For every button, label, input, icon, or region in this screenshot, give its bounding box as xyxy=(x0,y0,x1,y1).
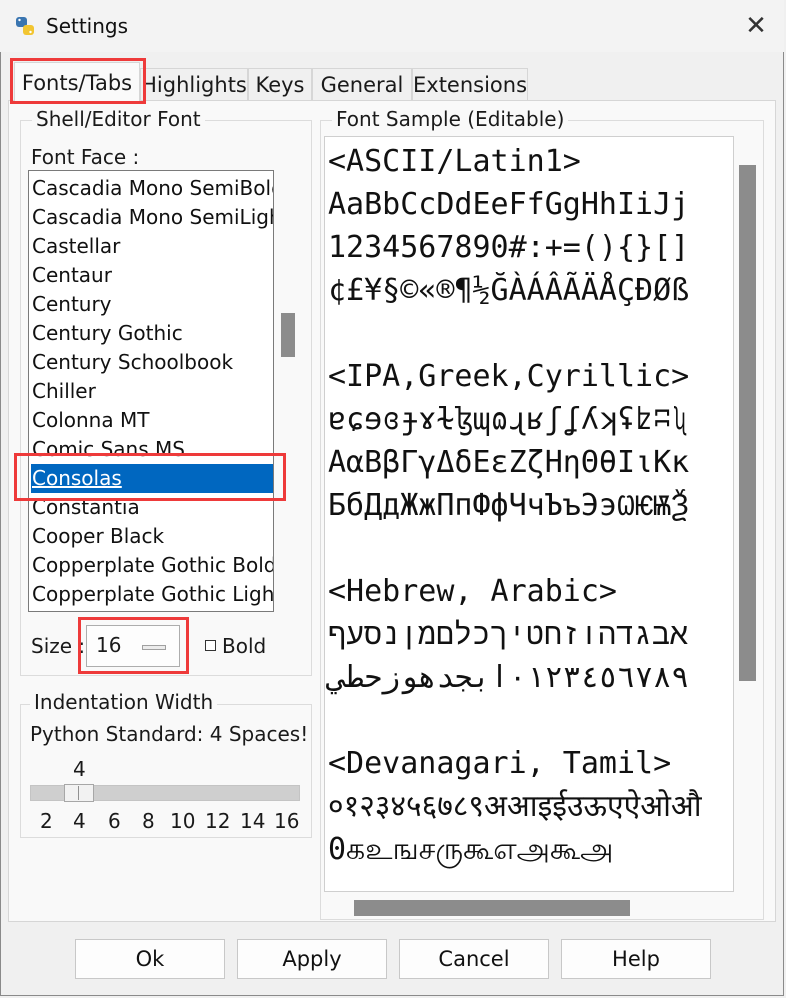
sample-line: БбДдЖжПпФфЧчЪъЭэѠѤѬѮ xyxy=(328,488,689,523)
tab-keys[interactable]: Keys xyxy=(248,68,312,100)
sample-line: 0கஉஙசருகூஎஅகூஅ xyxy=(328,832,614,867)
list-item[interactable]: Castellar xyxy=(32,232,120,261)
list-item[interactable]: Century Schoolbook xyxy=(32,348,233,377)
list-item[interactable]: Chiller xyxy=(32,377,96,406)
tab-general[interactable]: General xyxy=(312,68,412,100)
sample-line: אבגדהוזחטיךכלםמןנסעף xyxy=(328,617,689,652)
list-item[interactable]: Centaur xyxy=(32,261,112,290)
python-app-icon xyxy=(16,17,34,35)
sample-group-legend: Font Sample (Editable) xyxy=(332,107,569,131)
sample-line: <Devanagari, Tamil> xyxy=(328,746,672,781)
sample-vertical-scrollbar[interactable] xyxy=(739,165,756,681)
tab-highlights[interactable]: Highlights xyxy=(140,68,248,100)
slider-tick-label: 14 xyxy=(240,809,266,833)
slider-tick-label: 2 xyxy=(40,809,53,833)
list-item[interactable]: Cooper Black xyxy=(32,522,164,551)
sample-line: <ASCII/Latin1> xyxy=(328,144,581,179)
slider-tick-label: 8 xyxy=(142,809,155,833)
list-item[interactable]: Copperplate Gothic Light xyxy=(32,580,273,609)
bold-checkbox[interactable] xyxy=(205,640,216,651)
slider-tick-label: 12 xyxy=(205,809,231,833)
sample-line: <IPA,Greek,Cyrillic> xyxy=(328,359,690,394)
font-group-legend: Shell/Editor Font xyxy=(32,107,205,131)
sample-line: ०१२३४५६७८९अआइईउऊएऐओऔ xyxy=(328,789,702,824)
ok-button[interactable]: Ok xyxy=(75,939,225,979)
font-sample-text[interactable]: <ASCII/Latin1> AaBbCcDdEeFfGgHhIiJj 1234… xyxy=(324,136,734,892)
list-item[interactable]: Cascadia Mono SemiLight xyxy=(32,203,273,232)
font-face-list[interactable]: Cascadia Mono SemiBold Cascadia Mono Sem… xyxy=(28,170,274,612)
font-face-label: Font Face : xyxy=(31,145,140,169)
sample-line: <Hebrew, Arabic> xyxy=(328,574,617,609)
highlight-box-tab xyxy=(10,58,146,104)
close-icon[interactable]: ✕ xyxy=(734,6,778,46)
slider-tick-label: 16 xyxy=(274,809,300,833)
indent-group-legend: Indentation Width xyxy=(30,690,218,714)
list-item[interactable]: Century xyxy=(32,290,112,319)
sample-line: AaBbCcDdEeFfGgHhIiJj xyxy=(328,187,690,222)
slider-tick-label: 10 xyxy=(170,809,196,833)
tab-extensions[interactable]: Extensions xyxy=(412,68,528,100)
sample-line: ɐɕɘɞɟɤɫɮɰɷɻʁʃʆʎʞʢʫʭʯ xyxy=(328,402,690,437)
slider-tick-label: 6 xyxy=(108,809,121,833)
cancel-button[interactable]: Cancel xyxy=(399,939,549,979)
sample-line: ΑαΒβΓγΔδΕεΖζΗηΘθΙιΚκ xyxy=(328,445,690,480)
sample-line: 1234567890#:+=(){}[] xyxy=(328,230,690,265)
apply-button[interactable]: Apply xyxy=(237,939,387,979)
window-title: Settings xyxy=(46,14,129,38)
list-item[interactable]: Century Gothic xyxy=(32,319,183,348)
highlight-box-size xyxy=(78,617,189,674)
sample-horizontal-scrollbar[interactable] xyxy=(354,900,630,916)
indent-note: Python Standard: 4 Spaces! xyxy=(30,722,309,746)
slider-tick-label: 4 xyxy=(73,809,86,833)
sample-line: ¢£¥§©«®¶½ĞÀÁÂÃÄÅÇÐØß xyxy=(328,273,690,308)
font-list-scrollbar[interactable] xyxy=(281,313,295,357)
list-item[interactable]: Cascadia Mono SemiBold xyxy=(32,174,273,203)
indent-slider-thumb[interactable] xyxy=(64,784,94,802)
bold-label: Bold xyxy=(222,634,267,658)
list-item[interactable]: Colonna MT xyxy=(32,406,149,435)
sample-line: ٠١٢٣٤٥٦٧٨٩ابجدهوزحطي xyxy=(328,660,690,695)
highlight-box-font xyxy=(14,453,286,501)
help-button[interactable]: Help xyxy=(561,939,711,979)
list-item[interactable]: Copperplate Gothic Bold xyxy=(32,551,273,580)
indent-value: 4 xyxy=(73,757,86,781)
